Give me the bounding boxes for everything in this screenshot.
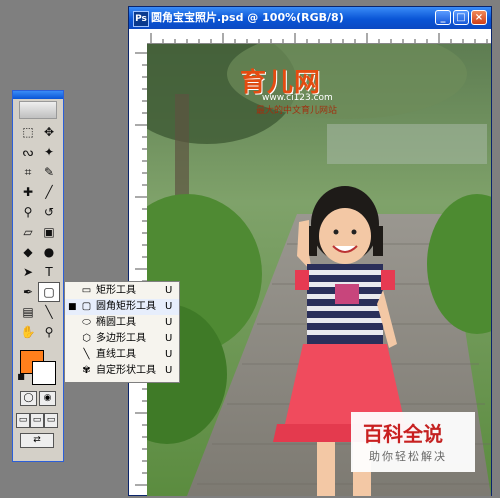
menu-item-label: 直线工具 [96,349,136,360]
history-brush-tool-icon[interactable]: ↺ [39,203,59,221]
menu-item-shortcut: U [165,285,173,296]
menu-item-shortcut: U [165,317,173,328]
menu-item-shortcut: U [165,349,173,360]
menu-item-label: 多边形工具 [96,333,146,344]
custom-shape-icon: ✾ [82,365,91,376]
healing-brush-tool-icon[interactable]: ✚ [18,183,38,201]
pen-tool-icon[interactable]: ✒ [18,283,38,301]
watermark-slogan: 最大的中文育儿网站 [256,106,338,116]
shape-tool-flyout-menu: ▭ 矩形工具 U ■ ▢ 圆角矩形工具 U ⬭ 椭圆工具 U ⬡ 多边形工具 U… [64,281,180,383]
full-screen-menu-mode-button[interactable]: ▭ [30,413,44,428]
close-button[interactable]: × [471,10,487,25]
photoshop-app-icon: Ps [133,11,149,27]
menu-item-polygon-tool[interactable]: ⬡ 多边形工具 U [65,331,179,347]
rectangle-icon: ▭ [81,285,92,296]
eraser-tool-icon[interactable]: ▱ [18,223,38,241]
eyedropper-tool-icon[interactable]: ╲ [39,303,59,321]
zoom-tool-icon[interactable]: ⚲ [39,323,59,341]
baike-subtitle: 助你轻松解决 [369,450,447,463]
slice-tool-icon[interactable]: ✎ [39,163,59,181]
toolbox-title-bar[interactable] [13,91,63,99]
menu-item-label: 自定形状工具 [96,365,156,376]
menu-item-label: 圆角矩形工具 [96,301,156,312]
selected-indicator-icon: ■ [68,302,77,312]
watermark-url: www.ci123.com [262,93,333,103]
clone-stamp-tool-icon[interactable]: ⚲ [18,203,38,221]
full-screen-mode-button[interactable]: ▭ [44,413,58,428]
crop-tool-icon[interactable]: ⌗ [18,163,38,181]
menu-item-rectangle-tool[interactable]: ▭ 矩形工具 U [65,283,179,299]
brush-tool-icon[interactable]: ╱ [39,183,59,201]
menu-item-shortcut: U [165,333,173,344]
hand-tool-icon[interactable]: ✋ [18,323,38,341]
menu-item-custom-shape-tool[interactable]: ✾ 自定形状工具 U [65,363,179,379]
magic-wand-tool-icon[interactable]: ✦ [39,143,59,161]
marquee-tool-icon[interactable]: ⬚ [18,123,38,141]
rounded-rectangle-tool-icon[interactable]: ▢ [38,282,60,302]
menu-item-label: 矩形工具 [96,285,136,296]
document-title-bar[interactable]: Ps 圆角宝宝照片.psd @ 100%(RGB/8) _ □ × [129,7,491,29]
menu-item-ellipse-tool[interactable]: ⬭ 椭圆工具 U [65,315,179,331]
menu-item-shortcut: U [165,301,173,312]
dodge-tool-icon[interactable]: ● [39,243,59,261]
standard-screen-mode-button[interactable]: ▭ [16,413,30,428]
gradient-tool-icon[interactable]: ▣ [39,223,59,241]
move-tool-icon[interactable]: ✥ [39,123,59,141]
blur-tool-icon[interactable]: ◆ [18,243,38,261]
minimize-button[interactable]: _ [435,10,451,25]
photoshop-feather-icon[interactable] [19,101,57,119]
standard-mode-button[interactable]: ◯ [20,391,37,406]
line-icon: ╲ [83,349,90,360]
default-colors-icon[interactable]: ■ [16,372,26,382]
jump-to-imageready-button[interactable]: ⇄ [20,433,54,448]
background-color-swatch[interactable] [32,361,56,385]
ruler-origin[interactable] [129,29,148,44]
polygon-icon: ⬡ [82,333,91,344]
type-tool-icon[interactable]: T [39,263,59,281]
baike-watermark: 百科全说 助你轻松解决 [351,412,475,472]
path-selection-tool-icon[interactable]: ➤ [18,263,38,281]
rounded-rectangle-icon: ▢ [81,301,92,312]
document-title: 圆角宝宝照片.psd @ 100%(RGB/8) [151,11,344,24]
maximize-button[interactable]: □ [453,10,469,25]
tools-palette: ⬚ ✥ ᔓ ✦ ⌗ ✎ ✚ ╱ ⚲ ↺ ▱ ▣ ◆ ● ➤ T ✒ ▢ ▤ ╲ … [12,90,64,462]
menu-item-label: 椭圆工具 [96,317,136,328]
notes-tool-icon[interactable]: ▤ [18,303,38,321]
horizontal-ruler[interactable] [147,29,491,44]
baike-title: 百科全说 [363,422,443,446]
menu-item-line-tool[interactable]: ╲ 直线工具 U [65,347,179,363]
menu-item-rounded-rectangle-tool[interactable]: ■ ▢ 圆角矩形工具 U [65,299,179,315]
quick-mask-mode-button[interactable]: ◉ [39,391,56,406]
vertical-ruler-ticks [135,52,147,486]
lasso-tool-icon[interactable]: ᔓ [18,143,38,161]
vertical-ruler[interactable] [129,43,148,495]
menu-item-shortcut: U [165,365,173,376]
ellipse-icon: ⬭ [82,317,91,328]
horizontal-ruler-ticks [150,33,488,43]
